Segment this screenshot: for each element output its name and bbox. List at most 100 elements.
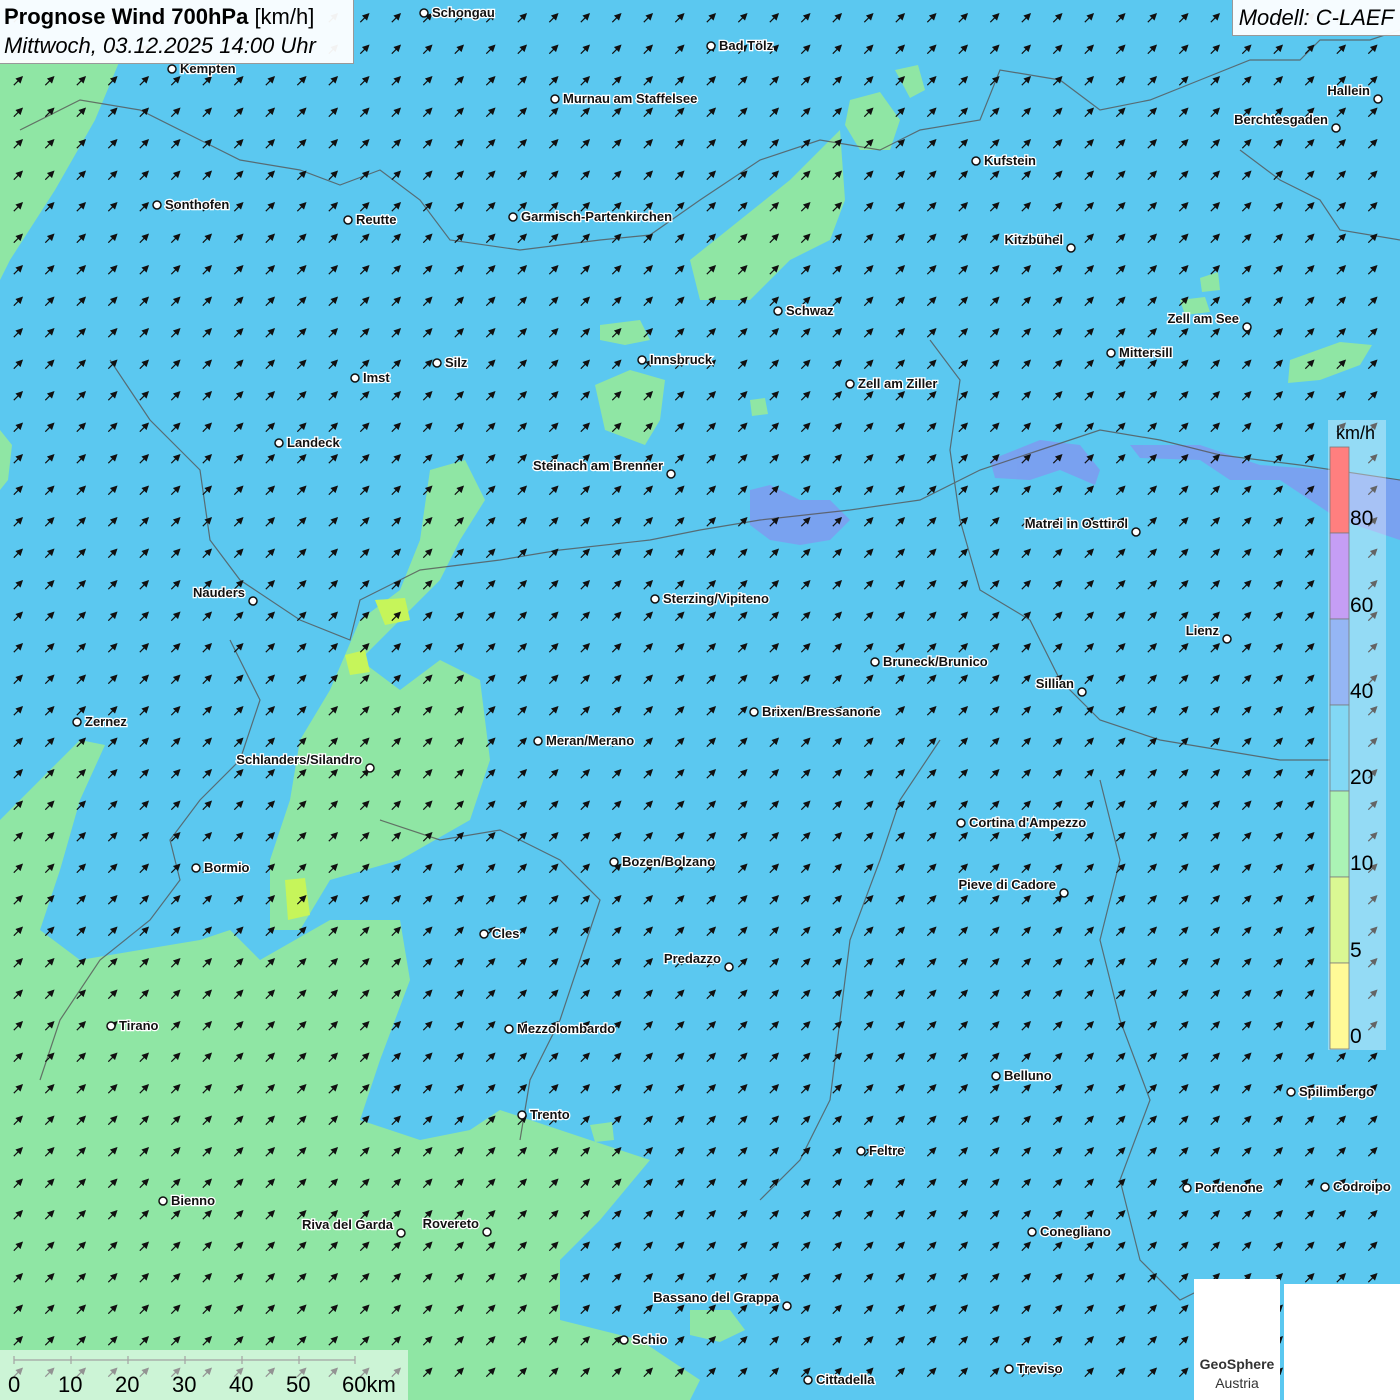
city-dot [504, 1024, 514, 1034]
city-dot [637, 355, 647, 365]
city-dot [167, 64, 177, 74]
geosphere-logo[interactable]: GeoSphere Austria [1194, 1279, 1280, 1400]
city-label: Belluno [1004, 1068, 1052, 1083]
city-dot [533, 736, 543, 746]
legend-tick-5: 5 [1350, 939, 1362, 962]
city-label: Pordenone [1195, 1180, 1263, 1195]
city-dot [1320, 1182, 1330, 1192]
city-dot [158, 1196, 168, 1206]
city-label: Spilimbergo [1299, 1084, 1374, 1099]
city-label: Conegliano [1040, 1224, 1111, 1239]
city-dot [432, 358, 442, 368]
legend-tick-40: 40 [1350, 680, 1374, 703]
city-label: Mezzolombardo [517, 1021, 615, 1036]
city-label: Riva del Garda [302, 1217, 394, 1232]
city-label: Bienno [171, 1193, 215, 1208]
geosphere-logo-name: GeoSphere [1199, 1356, 1275, 1372]
city-dot [274, 438, 284, 448]
city-dot [1331, 123, 1341, 133]
city-label: Reutte [356, 212, 396, 227]
city-label: Schlanders/Silandro [236, 752, 362, 767]
city-dot [991, 1071, 1001, 1081]
city-dot [1066, 243, 1076, 253]
city-dot [365, 763, 375, 773]
scale-label-60km: 60km [342, 1372, 396, 1397]
city-label: Sterzing/Vipiteno [663, 591, 769, 606]
city-dot [1106, 348, 1116, 358]
city-dot [106, 1021, 116, 1031]
scale-label-0: 0 [8, 1372, 21, 1397]
legend-tick-60: 60 [1350, 594, 1374, 617]
map-title: Prognose Wind 700hPa [km/h] [4, 4, 314, 30]
city-label: Sillian [1036, 676, 1074, 691]
city-dot [419, 8, 429, 18]
scale-label-20: 20 [115, 1372, 140, 1397]
city-label: Hallein [1327, 83, 1370, 98]
city-label: Bad Tölz [719, 38, 774, 53]
city-label: Cittadella [816, 1372, 875, 1387]
city-dot [971, 156, 981, 166]
title-panel: Prognose Wind 700hPa [km/h] Mittwoch, 03… [0, 0, 354, 64]
city-label: Silz [445, 355, 468, 370]
geosphere-logo-sub: Austria [1215, 1375, 1259, 1391]
city-dot [248, 596, 258, 606]
city-dot [1027, 1227, 1037, 1237]
map-title-main: Prognose Wind 700hPa [4, 4, 249, 29]
city-dot [1131, 527, 1141, 537]
city-dot [1373, 94, 1383, 104]
city-dot [1182, 1183, 1192, 1193]
city-dot [773, 306, 783, 316]
city-label: Zell am See [1167, 311, 1239, 326]
city-label: Trento [530, 1107, 570, 1122]
city-dot [343, 215, 353, 225]
city-label: Predazzo [664, 951, 721, 966]
city-dot [479, 929, 489, 939]
city-dot [1077, 687, 1087, 697]
scale-label-40: 40 [229, 1372, 254, 1397]
city-dot [650, 594, 660, 604]
forecast-datetime: Mittwoch, 03.12.2025 14:00 Uhr [4, 33, 316, 58]
city-label: Berchtesgaden [1234, 112, 1328, 127]
city-dot [508, 212, 518, 222]
model-label: Modell: C-LAEF [1238, 5, 1394, 30]
legend-tick-10: 10 [1350, 852, 1374, 875]
legend-tick-80: 80 [1350, 507, 1374, 530]
city-label: Cles [492, 926, 519, 941]
city-label: Innsbruck [650, 352, 713, 367]
city-dot [482, 1227, 492, 1237]
city-label: Kufstein [984, 153, 1036, 168]
city-label: Bormio [204, 860, 250, 875]
scale-label-50: 50 [286, 1372, 311, 1397]
city-label: Feltre [869, 1143, 904, 1158]
legend-unit: km/h [1336, 423, 1376, 443]
city-label: Zell am Ziller [858, 376, 937, 391]
city-dot [856, 1146, 866, 1156]
legend-tick-0: 0 [1350, 1025, 1362, 1048]
city-label: Garmisch-Partenkirchen [521, 209, 672, 224]
city-dot [550, 94, 560, 104]
city-label: Tirano [119, 1018, 159, 1033]
city-label: Codroipo [1333, 1179, 1391, 1194]
city-label: Bassano del Grappa [653, 1290, 779, 1305]
wind-map: SchongauBad TölzKemptenMurnau am Staffel… [0, 0, 1400, 1400]
city-label: Nauders [193, 585, 245, 600]
city-label: Steinach am Brenner [533, 458, 663, 473]
city-label: Landeck [287, 435, 341, 450]
scale-label-10: 10 [58, 1372, 83, 1397]
city-dot [749, 707, 759, 717]
city-dot [619, 1335, 629, 1345]
city-dot [72, 717, 82, 727]
city-dot [1222, 634, 1232, 644]
city-label: Brixen/Bressanone [762, 704, 881, 719]
app-logo[interactable] [1284, 1284, 1400, 1400]
city-dot [956, 818, 966, 828]
city-label: Bozen/Bolzano [622, 854, 715, 869]
city-dot [191, 863, 201, 873]
city-label: Treviso [1017, 1361, 1063, 1376]
city-label: Murnau am Staffelsee [563, 91, 697, 106]
city-dot [517, 1110, 527, 1120]
city-label: Cortina d'Ampezzo [969, 815, 1086, 830]
city-label: Mittersill [1119, 345, 1172, 360]
city-dot [782, 1301, 792, 1311]
city-label: Lienz [1186, 623, 1220, 638]
